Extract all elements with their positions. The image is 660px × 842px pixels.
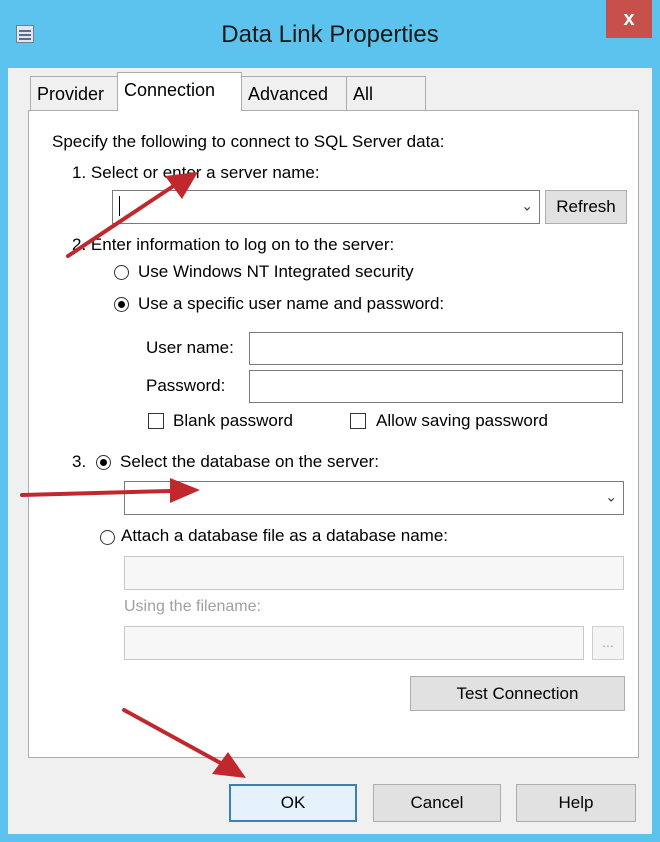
annotation-arrow-ok: [122, 708, 246, 778]
tab-connection[interactable]: Connection: [117, 72, 242, 111]
annotation-arrow-server: [66, 172, 198, 258]
annotation-overlay: [20, 172, 246, 778]
annotation-arrow-database: [20, 478, 200, 503]
